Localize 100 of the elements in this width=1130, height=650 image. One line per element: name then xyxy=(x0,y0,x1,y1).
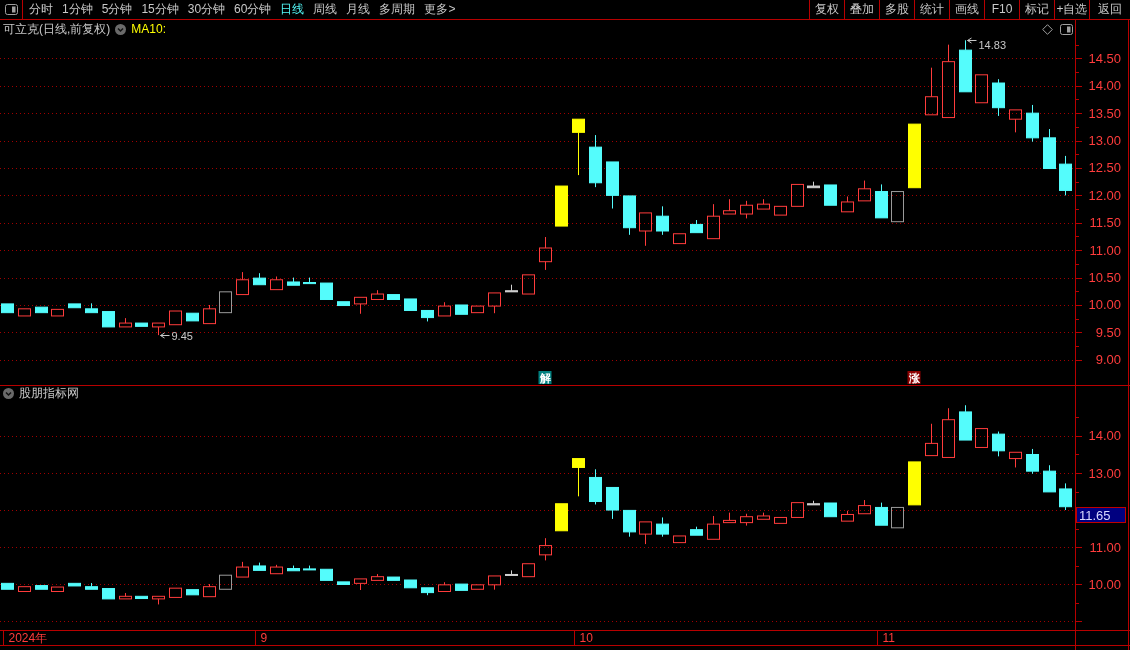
period-tab[interactable]: 多周期 xyxy=(375,0,420,19)
candlestick xyxy=(942,407,955,458)
period-tab[interactable]: 60分钟 xyxy=(230,0,276,19)
candlestick xyxy=(824,502,837,518)
candlestick xyxy=(925,67,938,116)
period-tab[interactable]: 日线 xyxy=(276,0,309,19)
candlestick xyxy=(673,535,686,544)
y-axis-label: 10.50 xyxy=(1088,270,1121,286)
candlestick xyxy=(236,271,249,296)
candlestick xyxy=(623,195,636,236)
candlestick xyxy=(152,595,165,605)
candlestick xyxy=(18,308,31,317)
y-axis-label: 11.00 xyxy=(1089,539,1121,555)
candlestick xyxy=(85,302,98,314)
candlestick xyxy=(51,586,64,592)
candlestick xyxy=(68,303,81,309)
candlestick xyxy=(858,499,871,515)
y-axis-label: 12.50 xyxy=(1088,160,1121,176)
candlestick xyxy=(975,74,988,104)
candlestick xyxy=(186,312,199,322)
candlestick xyxy=(421,309,434,322)
candlestick xyxy=(555,185,568,227)
candlestick xyxy=(707,203,720,240)
candlestick xyxy=(908,461,921,506)
period-tab[interactable]: 周线 xyxy=(309,0,342,19)
candlestick xyxy=(371,573,384,581)
y-axis-label: 14.50 xyxy=(1088,50,1121,66)
candlestick xyxy=(186,589,199,596)
candlestick xyxy=(656,516,669,538)
candlestick xyxy=(287,277,300,286)
candlestick xyxy=(606,486,619,520)
candlestick xyxy=(959,39,972,93)
candlestick xyxy=(387,294,400,300)
period-tab[interactable]: 分时 xyxy=(25,0,57,19)
y-axis-label: 14.00 xyxy=(1088,78,1121,94)
candlestick xyxy=(303,565,316,571)
toolbar-button[interactable]: 多股 xyxy=(879,0,914,19)
candlestick xyxy=(791,183,804,207)
toolbar-button[interactable]: 返回 xyxy=(1089,0,1130,19)
toolbar-button[interactable]: 叠加 xyxy=(844,0,879,19)
candlestick xyxy=(1,303,14,314)
candlestick xyxy=(757,512,770,520)
candlestick xyxy=(1043,128,1056,169)
candlestick xyxy=(35,585,48,590)
y-axis-label: 13.00 xyxy=(1088,133,1121,149)
toolbar-button[interactable]: 复权 xyxy=(809,0,844,19)
period-tab[interactable]: 30分钟 xyxy=(183,0,230,19)
candlestick xyxy=(135,322,148,327)
candlestick xyxy=(35,306,48,314)
candlestick xyxy=(85,582,98,590)
candlestick xyxy=(488,575,501,591)
candlestick xyxy=(639,212,652,247)
candlestick xyxy=(1009,109,1022,133)
toolbar-button[interactable]: 标记 xyxy=(1019,0,1054,19)
candlestick xyxy=(589,468,602,505)
candlestick xyxy=(1059,155,1072,196)
candlestick xyxy=(337,581,350,585)
candlestick xyxy=(438,301,451,317)
y-axis-label: 10.00 xyxy=(1088,297,1121,313)
candlestick xyxy=(992,78,1005,117)
candlestick xyxy=(555,503,568,532)
candlestick xyxy=(539,236,552,271)
candlestick xyxy=(354,578,367,591)
split-panel-icon[interactable] xyxy=(4,4,18,15)
split-panel-icon[interactable] xyxy=(1060,24,1073,35)
toolbar-button[interactable]: 统计 xyxy=(914,0,949,19)
period-tab[interactable]: 月线 xyxy=(342,0,375,19)
period-tab[interactable]: 15分钟 xyxy=(137,0,183,19)
chevron-down-icon[interactable] xyxy=(3,387,14,399)
pane-title: 股朋指标网 xyxy=(19,386,79,400)
y-axis-label: 13.00 xyxy=(1088,465,1121,481)
period-tab[interactable]: 5分钟 xyxy=(97,0,137,19)
x-axis-label: 11 xyxy=(882,631,895,645)
candlestick xyxy=(471,584,484,590)
candlestick xyxy=(841,510,854,522)
candlestick xyxy=(606,161,619,210)
period-tab[interactable]: 1分钟 xyxy=(58,0,97,19)
annotation: 9.45 xyxy=(171,329,193,342)
candlestick xyxy=(471,305,484,314)
candlestick xyxy=(253,562,266,571)
toolbar-button[interactable]: 画线 xyxy=(949,0,984,19)
diamond-icon[interactable] xyxy=(1042,24,1053,35)
candlestick xyxy=(236,561,249,578)
candlestick xyxy=(522,563,535,578)
chevron-down-icon[interactable] xyxy=(115,23,127,35)
candlestick xyxy=(119,592,132,600)
toolbar-button[interactable]: F10 xyxy=(984,0,1019,19)
candlestick xyxy=(791,502,804,518)
period-tab[interactable]: 更多> xyxy=(420,0,460,19)
candlestick xyxy=(539,537,552,561)
candlestick xyxy=(623,509,636,538)
candlestick xyxy=(203,583,216,598)
candlestick xyxy=(287,565,300,572)
candlestick xyxy=(135,595,148,600)
candlestick xyxy=(354,296,367,315)
toolbar-button[interactable]: +自选 xyxy=(1054,0,1089,19)
candlestick xyxy=(774,516,787,524)
candlestick xyxy=(925,423,938,457)
candlestick xyxy=(690,219,703,234)
candlestick xyxy=(690,526,703,536)
